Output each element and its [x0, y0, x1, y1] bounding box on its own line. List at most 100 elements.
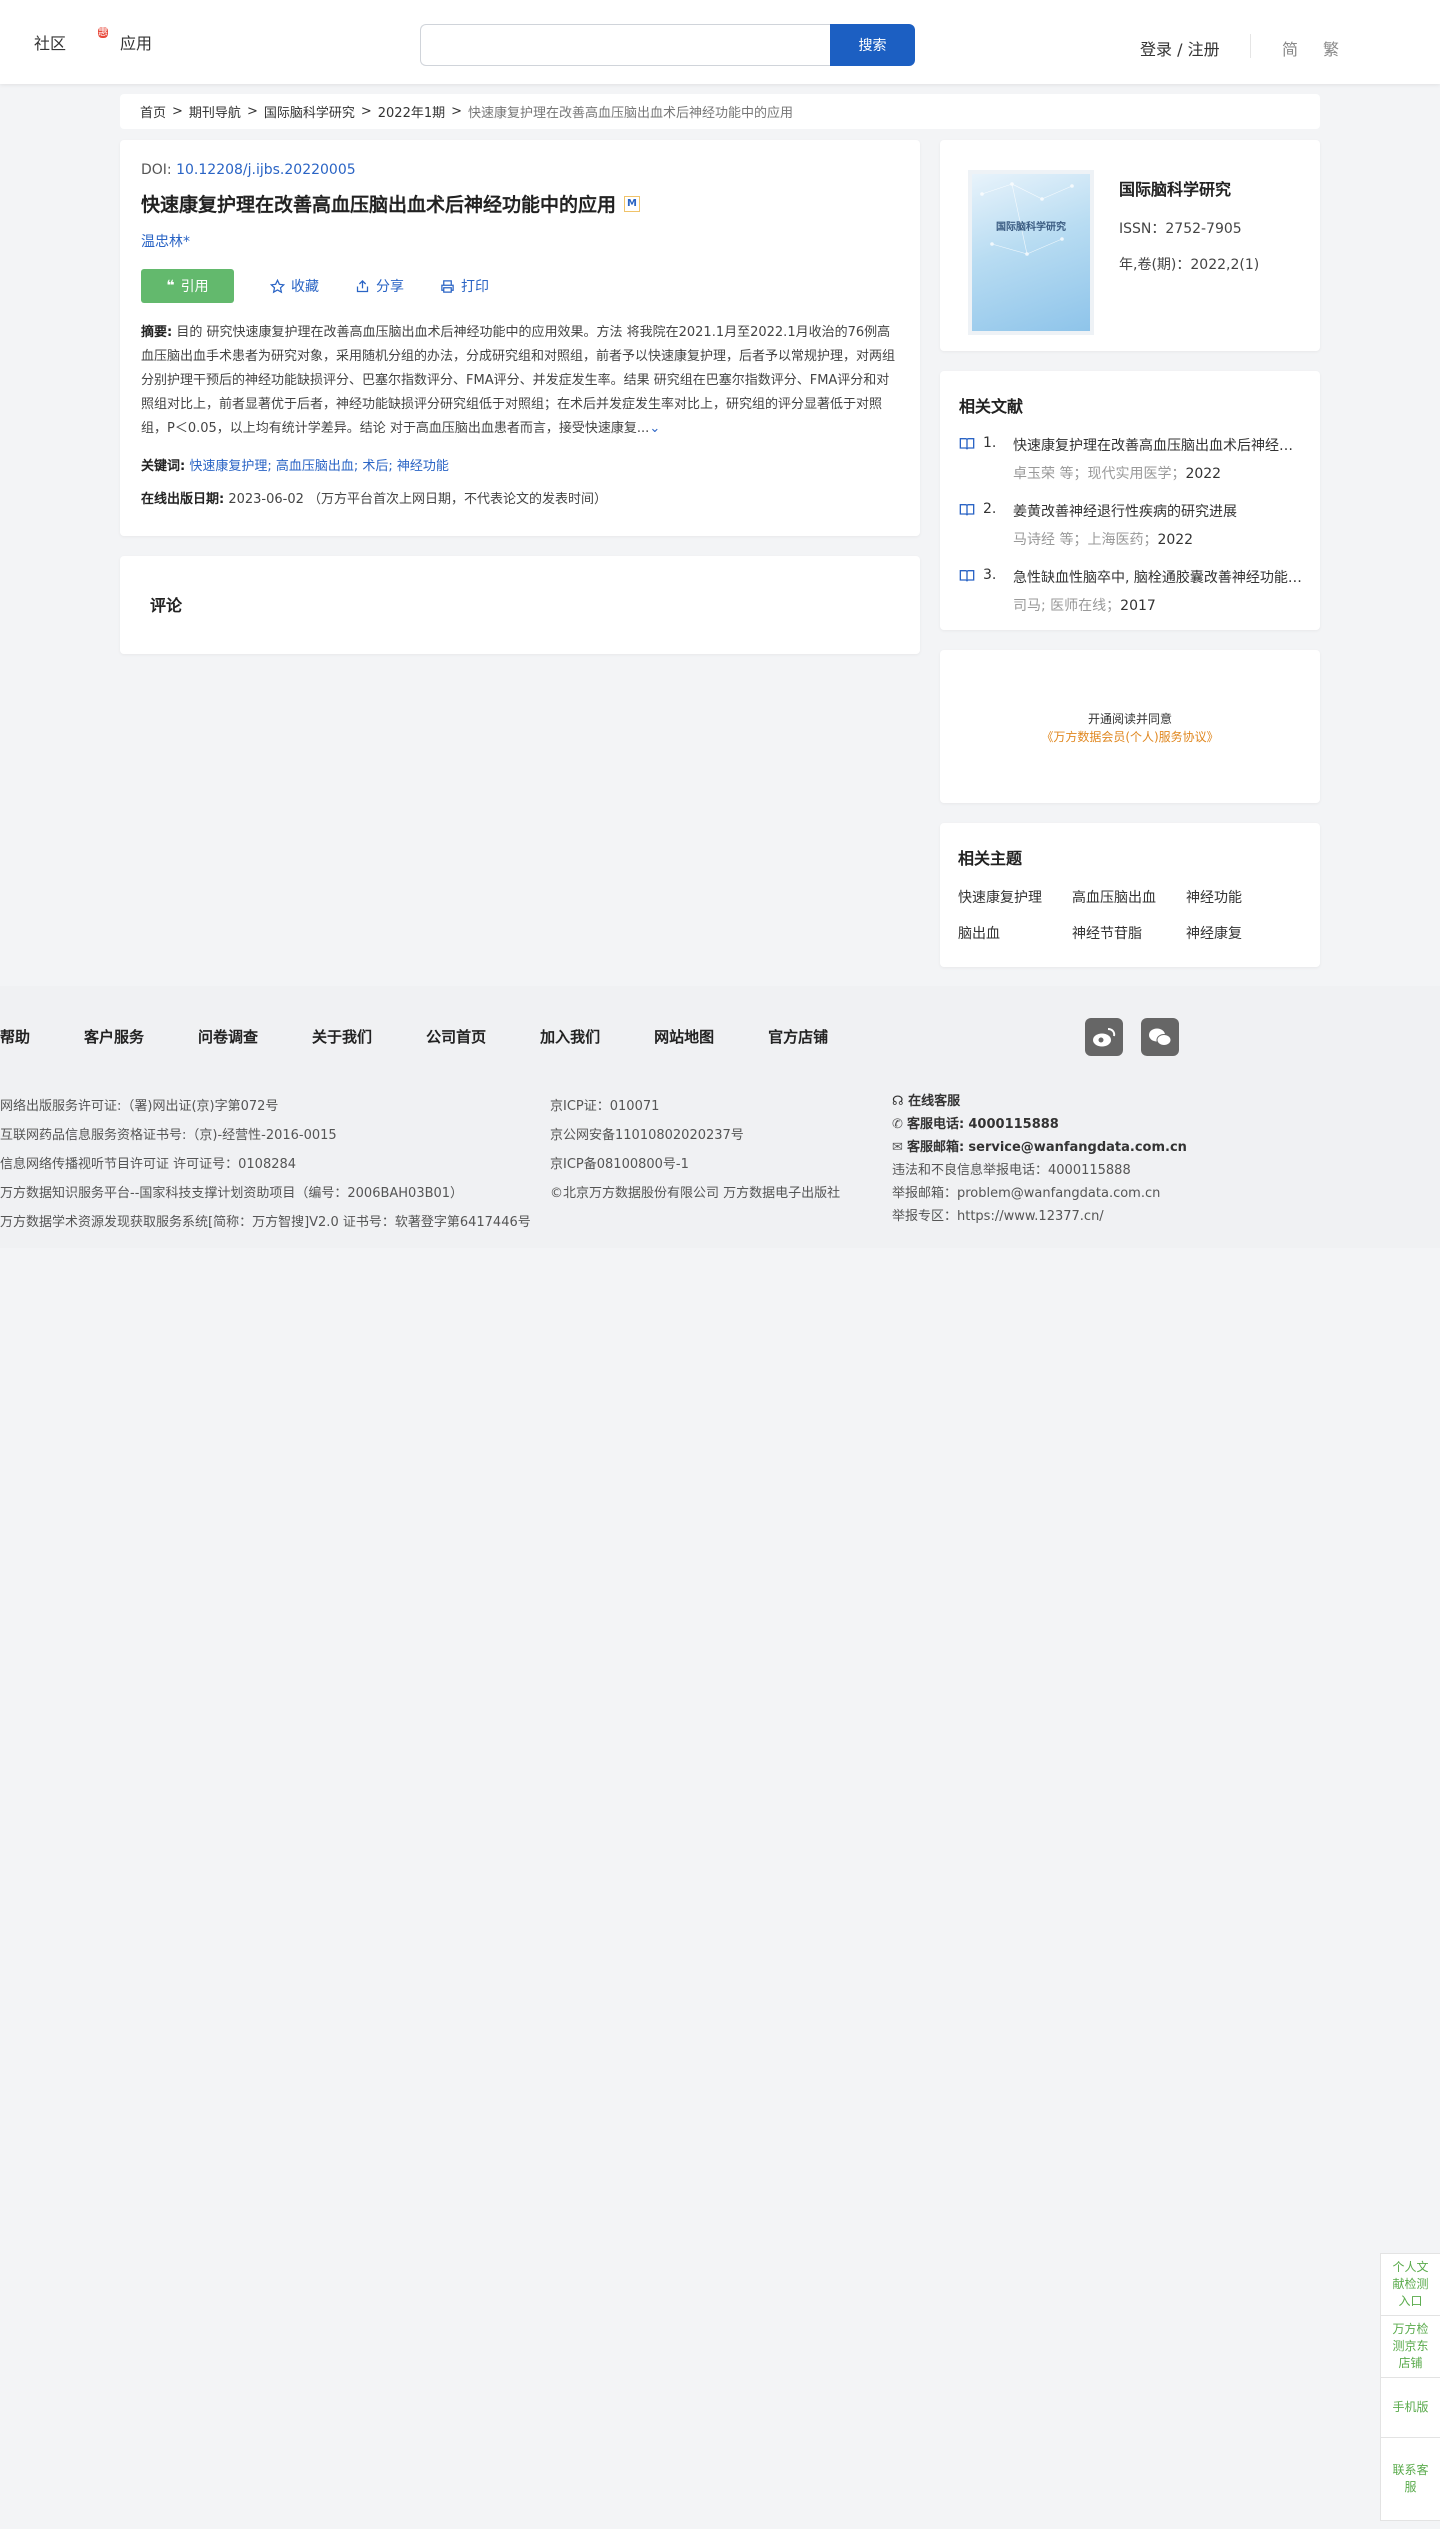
journal-issn: ISSN：2752-7905	[1119, 221, 1242, 237]
top-nav: 社区惠 应用	[34, 27, 152, 55]
network-pattern-icon	[980, 182, 1074, 256]
star-icon	[270, 278, 285, 293]
footer-icp: 京ICP证：010071 京公网安备11010802020237号 京ICP备0…	[550, 1099, 841, 1201]
m-icon[interactable]: M	[624, 195, 641, 212]
doi-line: DOI: 10.12208/j.ijbs.20220005	[141, 162, 356, 178]
topic-list: 快速康复护理 高血压脑出血 神经功能 脑出血 神经节苷脂 神经康复	[958, 887, 1302, 943]
search-input[interactable]	[420, 24, 830, 66]
related-item-meta: 司马; 医师在线；2017	[1013, 598, 1156, 614]
article-actions: ❝ 引用 收藏 分享 打印	[141, 269, 899, 303]
nav-apps[interactable]: 应用	[120, 30, 152, 55]
topic-item[interactable]: 神经节苷脂	[1072, 923, 1186, 943]
keywords: 关键词: 快速康复护理; 高血压脑出血; 术后; 神经功能	[141, 459, 449, 474]
list-item[interactable]: 2. 姜黄改善神经退行性疾病的研究进展 马诗经 等；上海医药；2022	[959, 501, 1301, 549]
breadcrumb-sep: >	[172, 104, 183, 119]
quote-icon: ❝	[166, 278, 175, 294]
journal-volume: 年,卷(期)：2022,2(1)	[1119, 257, 1260, 273]
divider	[1250, 34, 1251, 58]
floating-sidebar: 个人文献检测入口 万方检测京东店铺 手机版 联系客服	[1380, 2253, 1440, 2521]
footer-link[interactable]: 帮助	[0, 1026, 30, 1047]
cover-title: 国际脑科学研究	[996, 222, 1066, 233]
topic-item[interactable]: 脑出血	[958, 923, 1072, 943]
chevron-down-icon[interactable]: ⌄	[649, 421, 660, 436]
book-icon	[959, 504, 975, 516]
login-link[interactable]: 登录 / 注册	[1140, 36, 1220, 60]
wechat-icon[interactable]	[1141, 1018, 1179, 1056]
social-links	[1085, 1018, 1179, 1056]
promo-text: 开通阅读并同意	[1087, 712, 1172, 726]
printer-icon	[441, 279, 454, 293]
author-link[interactable]: 温忠林*	[141, 231, 899, 251]
related-item-title[interactable]: 快速康复护理在改善高血压脑出血术后神经功能中的应用	[1013, 435, 1303, 455]
journal-card: 国际脑科学研究 国际脑科学研究 ISSN：2752-7905 年,卷(期)：20…	[940, 140, 1320, 351]
footer-link[interactable]: 加入我们	[540, 1026, 600, 1047]
breadcrumb-sep: >	[451, 104, 463, 119]
footer-link[interactable]: 关于我们	[312, 1026, 372, 1047]
user-nav: 登录 / 注册 简 繁	[1140, 34, 1440, 59]
related-item-title[interactable]: 急性缺血性脑卒中, 脑栓通胶囊改善神经功能缺损	[1013, 567, 1303, 587]
related-literature-card: 相关文献 1. 快速康复护理在改善高血压脑出血术后神经功能中的应用 卓玉荣 等；…	[940, 371, 1320, 630]
online-service-link[interactable]: ☊ 在线客服	[892, 1090, 1187, 1113]
keyword-links[interactable]: 快速康复护理; 高血压脑出血; 术后; 神经功能	[189, 459, 449, 474]
breadcrumb-journals[interactable]: 期刊导航	[189, 102, 241, 121]
book-icon	[959, 438, 975, 450]
topics-title: 相关主题	[958, 849, 1023, 868]
footer-licenses: 网络出版服务许可证:（署)网出证(京)字第072号 互联网药品信息服务资格证书号…	[0, 1099, 531, 1230]
footer-link[interactable]: 客户服务	[84, 1026, 144, 1047]
mail-icon: ✉	[892, 1140, 903, 1155]
journal-name[interactable]: 国际脑科学研究	[1119, 176, 1259, 200]
membership-promo-card: 开通阅读并同意 《万方数据会员(个人)服务协议》	[940, 650, 1320, 803]
share-icon	[356, 279, 369, 292]
top-header: 社区惠 应用 搜索 登录 / 注册 简 繁	[0, 0, 1440, 84]
related-topics-card: 相关主题 快速康复护理 高血压脑出血 神经功能 脑出血 神经节苷脂 神经康复	[940, 823, 1320, 967]
footer-contact: ☊ 在线客服 ✆ 客服电话: 4000115888 ✉ 客服邮箱: servic…	[892, 1090, 1187, 1228]
topic-item[interactable]: 快速康复护理	[958, 887, 1072, 907]
footer-link[interactable]: 问卷调查	[198, 1026, 258, 1047]
list-item[interactable]: 1. 快速康复护理在改善高血压脑出血术后神经功能中的应用 卓玉荣 等；现代实用医…	[959, 435, 1303, 483]
search-bar: 搜索	[420, 24, 915, 66]
topic-item[interactable]: 高血压脑出血	[1072, 887, 1186, 907]
service-agreement-link[interactable]: 《万方数据会员(个人)服务协议》	[940, 728, 1320, 746]
breadcrumb-issue[interactable]: 2022年1期	[378, 102, 445, 121]
print-button[interactable]: 打印	[440, 276, 489, 296]
favorite-button[interactable]: 收藏	[270, 276, 319, 296]
related-title: 相关文献	[959, 397, 1024, 416]
list-item[interactable]: 3. 急性缺血性脑卒中, 脑栓通胶囊改善神经功能缺损 司马; 医师在线；2017	[959, 567, 1303, 615]
nav-community[interactable]: 社区惠	[34, 27, 109, 55]
topic-item[interactable]: 神经康复	[1186, 923, 1300, 943]
breadcrumb: 首页 > 期刊导航 > 国际脑科学研究 > 2022年1期 > 快速康复护理在改善高血压…	[120, 94, 1320, 129]
plagiarism-check-entry[interactable]: 个人文献检测入口	[1381, 2254, 1440, 2316]
related-item-meta: 卓玉荣 等；现代实用医学；2022	[1013, 466, 1222, 482]
abstract: 摘要: 目的 研究快速康复护理在改善高血压脑出血术后神经功能中的应用效果。方法 …	[141, 325, 896, 436]
lang-traditional[interactable]: 繁	[1323, 36, 1339, 60]
footer-link[interactable]: 公司首页	[426, 1026, 486, 1047]
breadcrumb-journal[interactable]: 国际脑科学研究	[264, 102, 355, 121]
comment-title: 评论	[150, 596, 183, 615]
headset-icon: ☊	[892, 1094, 904, 1109]
lang-simplified[interactable]: 简	[1282, 36, 1298, 60]
breadcrumb-sep: >	[360, 104, 372, 119]
cite-button[interactable]: ❝ 引用	[141, 269, 234, 303]
related-item-title[interactable]: 姜黄改善神经退行性疾病的研究进展	[1013, 501, 1303, 521]
contact-service-button[interactable]: 联系客服	[1381, 2438, 1440, 2520]
share-button[interactable]: 分享	[355, 276, 404, 296]
footer-link[interactable]: 官方店铺	[768, 1026, 828, 1047]
journal-info: 国际脑科学研究 ISSN：2752-7905 年,卷(期)：2022,2(1)	[1119, 176, 1259, 290]
footer-link[interactable]: 网站地图	[654, 1026, 714, 1047]
article-card: DOI: 10.12208/j.ijbs.20220005 快速康复护理在改善高…	[120, 140, 920, 536]
book-icon	[959, 570, 975, 582]
article-title: 快速康复护理在改善高血压脑出血术后神经功能中的应用 M	[141, 190, 899, 217]
phone-icon: ✆	[892, 1117, 903, 1132]
mobile-version-link[interactable]: 手机版	[1381, 2378, 1440, 2438]
doi-link[interactable]: 10.12208/j.ijbs.20220005	[176, 162, 356, 178]
comment-card: 评论	[120, 556, 920, 654]
publish-date: 在线出版日期: 2023-06-02 （万方平台首次上网日期，不代表论文的发表时…	[141, 492, 608, 507]
search-button[interactable]: 搜索	[830, 24, 915, 66]
breadcrumb-sep: >	[246, 104, 258, 119]
jd-store-link[interactable]: 万方检测京东店铺	[1381, 2316, 1440, 2378]
weibo-icon[interactable]	[1085, 1018, 1123, 1056]
journal-cover[interactable]: 国际脑科学研究	[968, 170, 1094, 335]
footer: 帮助 客户服务 问卷调查 关于我们 公司首页 加入我们 网站地图 官方店铺 网络…	[0, 986, 1440, 1248]
topic-item[interactable]: 神经功能	[1186, 887, 1300, 907]
breadcrumb-home[interactable]: 首页	[140, 102, 166, 121]
